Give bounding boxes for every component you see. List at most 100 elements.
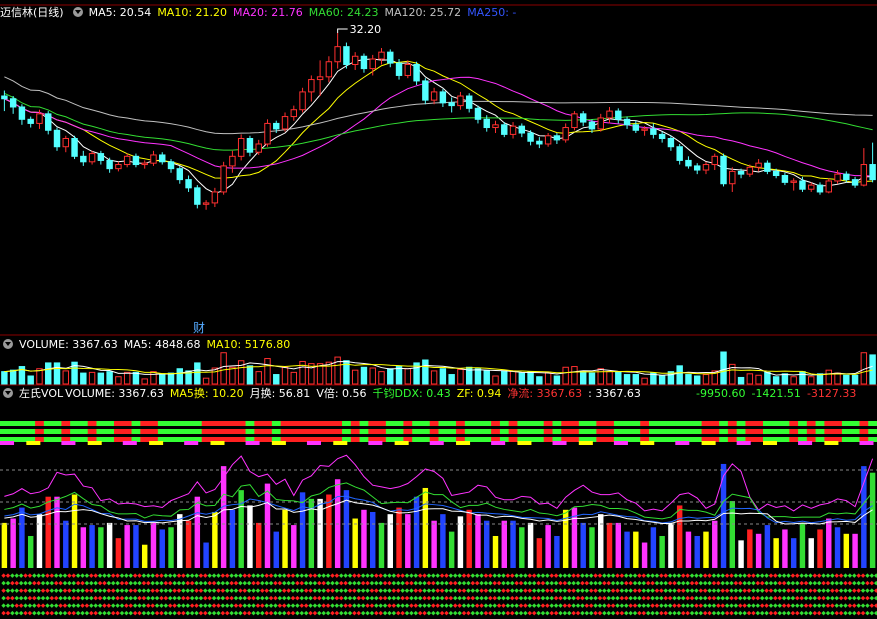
signal-dot <box>365 603 370 608</box>
signal-dot <box>624 580 629 586</box>
signal-dot <box>580 595 585 601</box>
signal-dot <box>461 603 467 608</box>
signal-stripe <box>368 429 378 434</box>
indicator-bar <box>387 514 393 568</box>
signal-dot <box>220 573 226 578</box>
signal-flag <box>613 441 628 445</box>
signal-dot <box>80 603 85 608</box>
signal-flag <box>87 441 102 445</box>
signal-dot <box>308 595 313 601</box>
signal-dot <box>260 588 265 593</box>
signal-stripe <box>719 421 729 426</box>
signal-dot <box>746 610 752 616</box>
signal-dot <box>303 603 309 608</box>
signal-dot <box>369 588 375 593</box>
signal-stripe <box>833 429 843 434</box>
signal-dot <box>628 610 633 616</box>
signal-dot <box>667 610 673 616</box>
signal-dot <box>624 595 629 601</box>
signal-dot <box>628 580 633 586</box>
signal-stripe <box>508 429 518 434</box>
signal-dot <box>220 588 226 593</box>
indicator-collapse-icon[interactable] <box>3 388 13 398</box>
signal-dot <box>286 610 291 616</box>
signal-dot <box>260 595 265 601</box>
signal-dot <box>154 573 160 578</box>
signal-stripe <box>754 429 764 434</box>
signal-dot <box>641 603 647 608</box>
signal-dot <box>62 588 68 593</box>
signal-dot <box>255 580 261 586</box>
volume-bar <box>45 362 52 385</box>
signal-dot <box>67 595 72 601</box>
signal-dot <box>869 603 875 608</box>
signal-dot <box>720 580 726 586</box>
signal-dot <box>812 573 818 578</box>
candle-body <box>492 124 499 129</box>
volume-collapse-icon[interactable] <box>3 339 13 349</box>
indicator-bar <box>712 520 718 568</box>
signal-dot <box>865 595 870 601</box>
volume-bar <box>316 363 324 385</box>
signal-dot <box>84 603 90 608</box>
signal-dot <box>255 588 261 593</box>
signal-dot <box>505 595 511 601</box>
signal-dot <box>119 573 125 578</box>
signal-dot <box>102 610 107 616</box>
indicator-bar <box>45 496 51 568</box>
signal-stripe <box>289 437 299 442</box>
signal-dot <box>10 580 15 586</box>
signal-dot <box>36 595 41 601</box>
signal-stripe <box>482 437 492 442</box>
signal-dot <box>553 603 559 608</box>
signal-flag <box>271 441 286 445</box>
signal-dot <box>790 580 796 586</box>
signal-dot <box>593 588 598 593</box>
signal-dot <box>49 573 55 578</box>
signal-dot <box>777 610 783 616</box>
signal-dot <box>378 588 383 593</box>
signal-dot <box>378 580 383 586</box>
signal-dot <box>580 573 585 578</box>
signal-dot <box>567 573 572 578</box>
signal-dot <box>71 603 77 608</box>
signal-stripe <box>473 429 483 434</box>
signal-dot <box>128 580 134 586</box>
volume-bar <box>781 373 789 385</box>
signal-dot <box>527 595 533 601</box>
signal-dot <box>45 580 50 586</box>
signal-dot <box>843 573 848 578</box>
signal-dot <box>672 603 677 608</box>
indicator-bar <box>519 527 525 568</box>
signal-dot <box>518 595 524 601</box>
candle-body <box>676 146 683 161</box>
volume-bar <box>273 374 280 385</box>
signal-dot <box>676 603 682 608</box>
signal-dot <box>689 580 695 586</box>
signal-dot <box>207 573 212 578</box>
signal-dot <box>571 580 576 586</box>
signal-dot <box>27 580 33 586</box>
signal-dot <box>317 603 322 608</box>
signal-dot <box>369 603 375 608</box>
signal-stripe <box>166 421 176 426</box>
signal-dot <box>395 610 401 616</box>
signal-stripe <box>263 437 273 442</box>
volume-bar <box>474 368 482 385</box>
signal-dot <box>773 595 778 601</box>
signal-stripe <box>280 421 290 426</box>
signal-dot <box>641 573 647 578</box>
candle-body <box>220 165 227 193</box>
signal-dot <box>724 573 730 578</box>
signal-dot <box>702 603 708 608</box>
signal-dot <box>663 573 668 578</box>
signal-dot <box>75 580 81 586</box>
indicator-right-value: -9950.60 <box>696 387 746 400</box>
signal-stripe <box>0 429 10 434</box>
signal-dot <box>67 610 72 616</box>
signal-dot <box>764 595 769 601</box>
stock-chart-canvas[interactable]: 32.20财 <box>0 0 877 619</box>
signal-stripe <box>324 421 334 426</box>
signal-dot <box>290 580 296 586</box>
signal-dot <box>268 595 274 601</box>
